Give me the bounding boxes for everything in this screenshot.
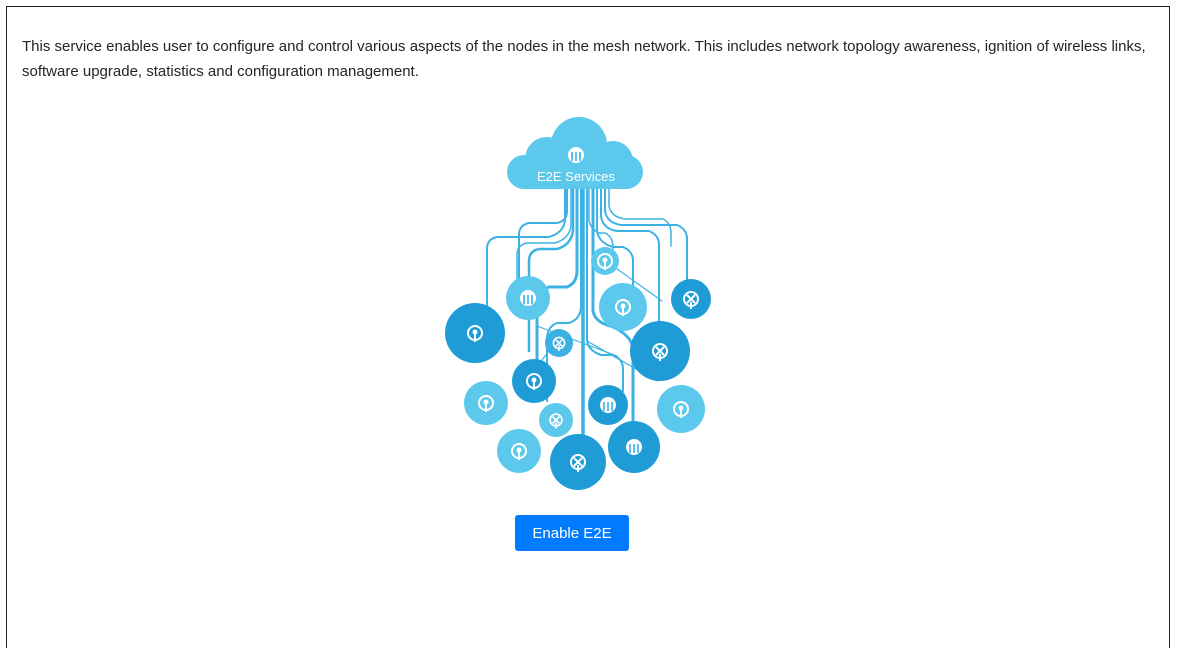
cloud-hub-icon bbox=[567, 146, 585, 164]
mesh-nodes bbox=[445, 247, 711, 490]
node-antenna-top-center bbox=[591, 247, 619, 275]
node-router-bottom-center bbox=[550, 434, 606, 490]
node-antenna-bottom-left bbox=[497, 429, 541, 473]
node-router-small-lower bbox=[539, 403, 573, 437]
cloud-label: E2E Services bbox=[537, 169, 616, 184]
enable-e2e-button[interactable]: Enable E2E bbox=[515, 515, 629, 551]
node-antenna-center-left bbox=[512, 359, 556, 403]
node-router-top-right bbox=[671, 279, 711, 319]
hub-icon bbox=[625, 438, 643, 456]
node-router-small-center bbox=[545, 329, 573, 357]
node-antenna-right-lower bbox=[657, 385, 705, 433]
service-panel: This service enables user to configure a… bbox=[6, 6, 1170, 648]
node-hub-center-right bbox=[588, 385, 628, 425]
e2e-services-illustration: E2E Services bbox=[445, 117, 711, 490]
node-hub-upper-left bbox=[506, 276, 550, 320]
node-hub-bottom-right bbox=[608, 421, 660, 473]
hub-icon bbox=[519, 289, 537, 307]
hub-icon bbox=[599, 396, 617, 414]
network-links bbox=[486, 184, 688, 453]
node-antenna-left-lower bbox=[464, 381, 508, 425]
node-antenna-mid-right bbox=[599, 283, 647, 331]
node-antenna-large-left bbox=[445, 303, 505, 363]
service-description: This service enables user to configure a… bbox=[22, 38, 1146, 80]
e2e-cloud: E2E Services bbox=[507, 117, 643, 189]
node-router-large-right bbox=[630, 321, 690, 381]
